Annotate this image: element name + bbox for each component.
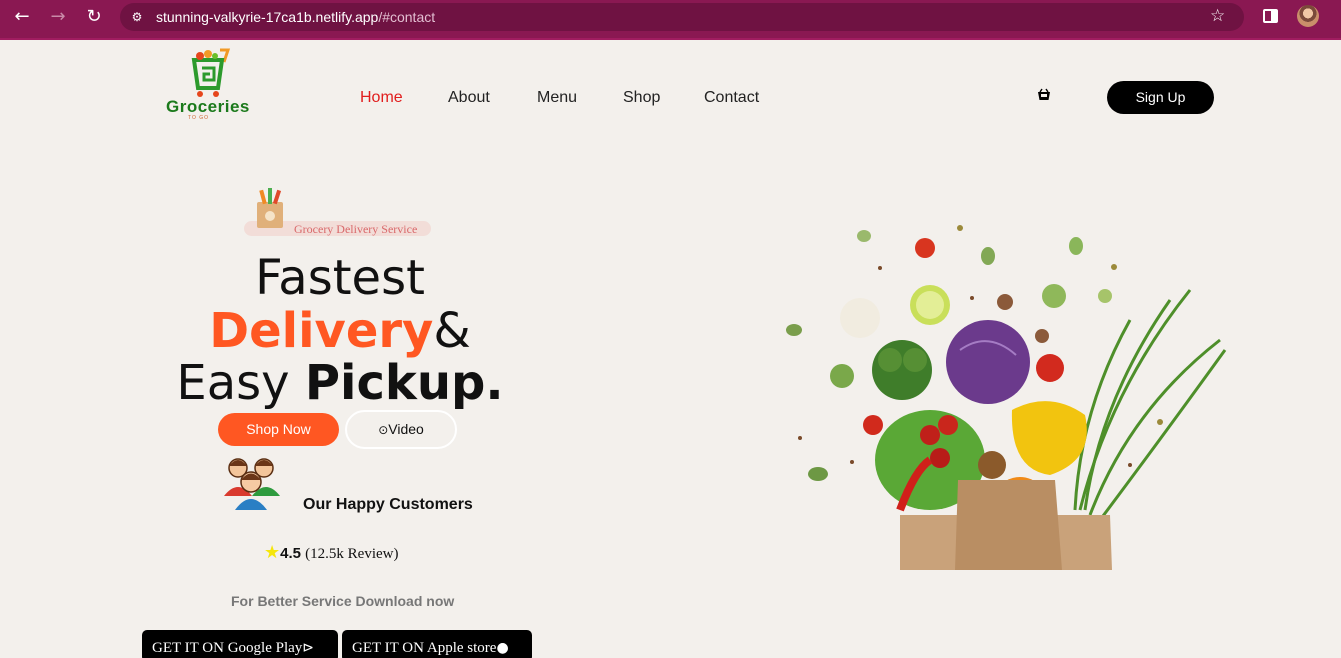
bookmark-star-icon[interactable]: ☆ — [1210, 6, 1225, 26]
grocery-bag-icon — [257, 188, 283, 228]
happy-customers-icon — [224, 458, 280, 510]
nav-contact[interactable]: Contact — [704, 89, 759, 107]
logo-text: Groceries — [166, 97, 250, 116]
badge-text: Grocery Delivery Service — [294, 222, 418, 236]
google-play-button[interactable]: GET IT ON Google Play⊳ — [142, 630, 338, 658]
star-icon: ★ — [264, 542, 281, 563]
nav-shop[interactable]: Shop — [623, 89, 660, 107]
hero-pickup: Pickup. — [304, 355, 504, 411]
hero-highlight: Delivery — [209, 303, 434, 359]
forward-arrow-icon[interactable]: → — [44, 6, 72, 28]
video-label: Video — [388, 421, 424, 437]
logo-subtext: TO GO — [188, 115, 210, 121]
browser-toolbar: ← → ↻ ⚙ stunning-valkyrie-17ca1b.netlify… — [0, 0, 1341, 40]
apple-icon: ● — [496, 640, 509, 656]
back-arrow-icon[interactable]: ← — [8, 6, 36, 28]
url-text: stunning-valkyrie-17ca1b.netlify.app/#co… — [156, 9, 436, 25]
rating: ★4.5 (12.5k Review) — [264, 542, 398, 563]
happy-customers-label: Our Happy Customers — [303, 496, 473, 513]
nav-home[interactable]: Home — [360, 89, 403, 107]
site-settings-icon[interactable]: ⚙ — [129, 9, 145, 25]
reload-icon[interactable]: ↻ — [80, 6, 108, 28]
apple-store-button[interactable]: GET IT ON Apple store● — [342, 630, 532, 658]
apple-store-label: GET IT ON Apple store — [352, 640, 497, 656]
hero-line-3: Easy Pickup. — [0, 355, 680, 411]
hero-ampersand: & — [433, 303, 471, 359]
cart-icon[interactable] — [1037, 88, 1051, 102]
download-text: For Better Service Download now — [231, 593, 455, 609]
hero-line-1: Fastest — [255, 250, 425, 306]
nav-menu[interactable]: Menu — [537, 89, 577, 107]
shop-now-button[interactable]: Shop Now — [218, 413, 339, 446]
profile-avatar[interactable] — [1297, 5, 1319, 27]
cart-logo-icon — [191, 48, 231, 97]
site-logo[interactable]: Groceries TO GO — [164, 48, 260, 121]
play-store-icon: ⊳ — [302, 640, 314, 656]
side-panel-icon[interactable] — [1263, 9, 1278, 23]
google-play-label: GET IT ON Google Play — [152, 640, 303, 656]
play-circle-icon: ⊙ — [378, 423, 389, 437]
nav-about[interactable]: About — [448, 89, 490, 107]
signup-button[interactable]: Sign Up — [1107, 81, 1214, 114]
vegetable-bag-illustration — [786, 225, 1227, 570]
rating-value: 4.5 — [280, 545, 301, 562]
hero-easy: Easy — [176, 355, 305, 411]
video-button[interactable]: ⊙Video — [345, 410, 457, 449]
address-bar[interactable]: ⚙ stunning-valkyrie-17ca1b.netlify.app/#… — [120, 3, 1244, 31]
hero-line-2: Delivery& — [0, 303, 680, 359]
rating-reviews: (12.5k Review) — [305, 546, 399, 562]
